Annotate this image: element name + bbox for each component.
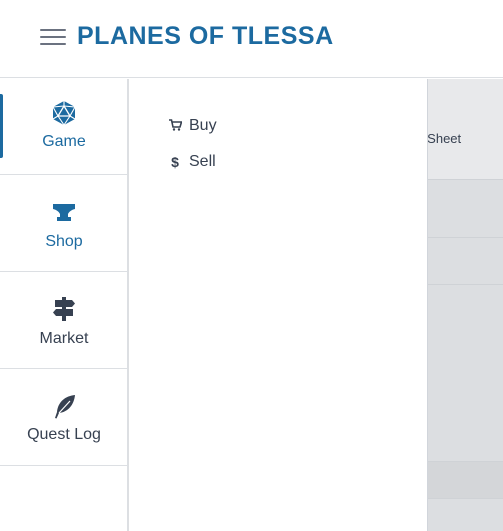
sidebar-item-shop[interactable]: Shop — [0, 176, 128, 272]
sidebar-item-game[interactable]: Game — [0, 79, 128, 175]
cart-icon — [167, 118, 183, 134]
signpost-icon — [53, 297, 75, 321]
bg-row — [428, 238, 503, 284]
sidebar-item-market[interactable]: Market — [0, 273, 128, 369]
feather-icon — [55, 395, 75, 419]
dollar-icon: $ — [171, 154, 179, 170]
sidebar-item-label: Shop — [45, 233, 83, 250]
bg-row — [428, 180, 503, 237]
submenu-item-buy[interactable]: Buy — [167, 114, 217, 138]
submenu-item-label: Sell — [189, 153, 216, 170]
bg-row — [428, 462, 503, 498]
d20-dice-icon — [52, 101, 76, 126]
game-submenu: Buy $ Sell — [129, 79, 428, 531]
sidebar-item-label: Game — [42, 133, 86, 150]
hamburger-menu-icon[interactable] — [40, 26, 66, 48]
bg-card-header — [428, 79, 503, 179]
bg-row — [428, 499, 503, 531]
submenu-item-label: Buy — [189, 117, 217, 134]
submenu-item-sell[interactable]: $ Sell — [167, 150, 216, 174]
sidebar-item-label: Quest Log — [27, 426, 101, 443]
bg-row — [428, 285, 503, 461]
top-navbar: PLANES OF TLESSA — [0, 0, 503, 78]
sidebar-item-label: Market — [39, 330, 89, 347]
sidebar: Game Shop Market Quest Log — [0, 79, 128, 531]
anvil-icon — [53, 204, 75, 221]
app-title[interactable]: PLANES OF TLESSA — [77, 22, 334, 51]
sidebar-item-quest-log[interactable]: Quest Log — [0, 370, 128, 466]
